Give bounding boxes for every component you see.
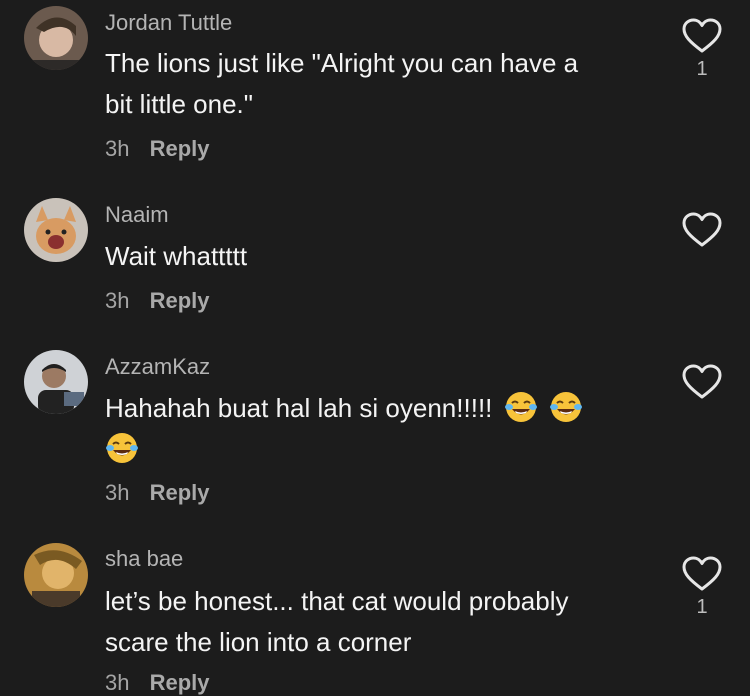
comment-time: 3h xyxy=(105,670,130,695)
comment-text-line: bit little one." xyxy=(105,89,253,119)
face-with-tears-of-joy-icon xyxy=(105,431,139,465)
reply-button[interactable]: Reply xyxy=(150,288,210,313)
avatar[interactable] xyxy=(24,6,88,70)
comment-text: Wait whattttt xyxy=(105,236,665,277)
comment-time: 3h xyxy=(105,480,130,505)
comment-text: The lions just like "Alright you can hav… xyxy=(105,43,665,125)
avatar[interactable] xyxy=(24,198,88,262)
like-button[interactable] xyxy=(680,212,724,252)
comment-text: let’s be honest... that cat would probab… xyxy=(105,581,665,663)
reply-button[interactable]: Reply xyxy=(150,670,210,695)
face-with-tears-of-joy-icon xyxy=(549,390,583,424)
comment-time: 3h xyxy=(105,288,130,313)
like-button[interactable]: 1 xyxy=(680,18,724,81)
comment-text-line: Hahahah buat hal lah si oyenn!!!!! xyxy=(105,388,665,429)
reply-button[interactable]: Reply xyxy=(150,480,210,505)
comment-text-line: The lions just like "Alright you can hav… xyxy=(105,48,579,78)
like-button[interactable]: 1 xyxy=(680,556,724,619)
comment-text: Hahahah buat hal lah si oyenn!!!!! xyxy=(105,388,665,470)
comment-username[interactable]: sha bae xyxy=(105,546,183,572)
heart-outline-icon[interactable] xyxy=(682,364,722,400)
like-button[interactable] xyxy=(680,364,724,404)
comment-text-content: Hahahah buat hal lah si oyenn!!!!! xyxy=(105,393,493,423)
avatar[interactable] xyxy=(24,543,88,607)
comment-text-line xyxy=(105,429,665,470)
avatar[interactable] xyxy=(24,350,88,414)
like-count: 1 xyxy=(696,58,708,80)
comment-time: 3h xyxy=(105,136,130,161)
comment-username[interactable]: AzzamKaz xyxy=(105,354,210,380)
face-with-tears-of-joy-icon xyxy=(504,390,538,424)
comment-text-line: scare the lion into a corner xyxy=(105,627,412,657)
comment-text-line: Wait whattttt xyxy=(105,241,248,271)
heart-outline-icon[interactable] xyxy=(682,212,722,248)
reply-button[interactable]: Reply xyxy=(150,136,210,161)
heart-outline-icon[interactable] xyxy=(682,18,722,54)
comment-username[interactable]: Naaim xyxy=(105,202,169,228)
like-count: 1 xyxy=(696,596,708,618)
comment-meta: 3h Reply xyxy=(105,288,210,314)
comment-username[interactable]: Jordan Tuttle xyxy=(105,10,232,36)
comment-meta: 3h Reply xyxy=(105,136,210,162)
comment-meta: 3h Reply xyxy=(105,670,210,696)
comment-text-line: let’s be honest... that cat would probab… xyxy=(105,586,569,616)
heart-outline-icon[interactable] xyxy=(682,556,722,592)
comment-meta: 3h Reply xyxy=(105,480,210,506)
